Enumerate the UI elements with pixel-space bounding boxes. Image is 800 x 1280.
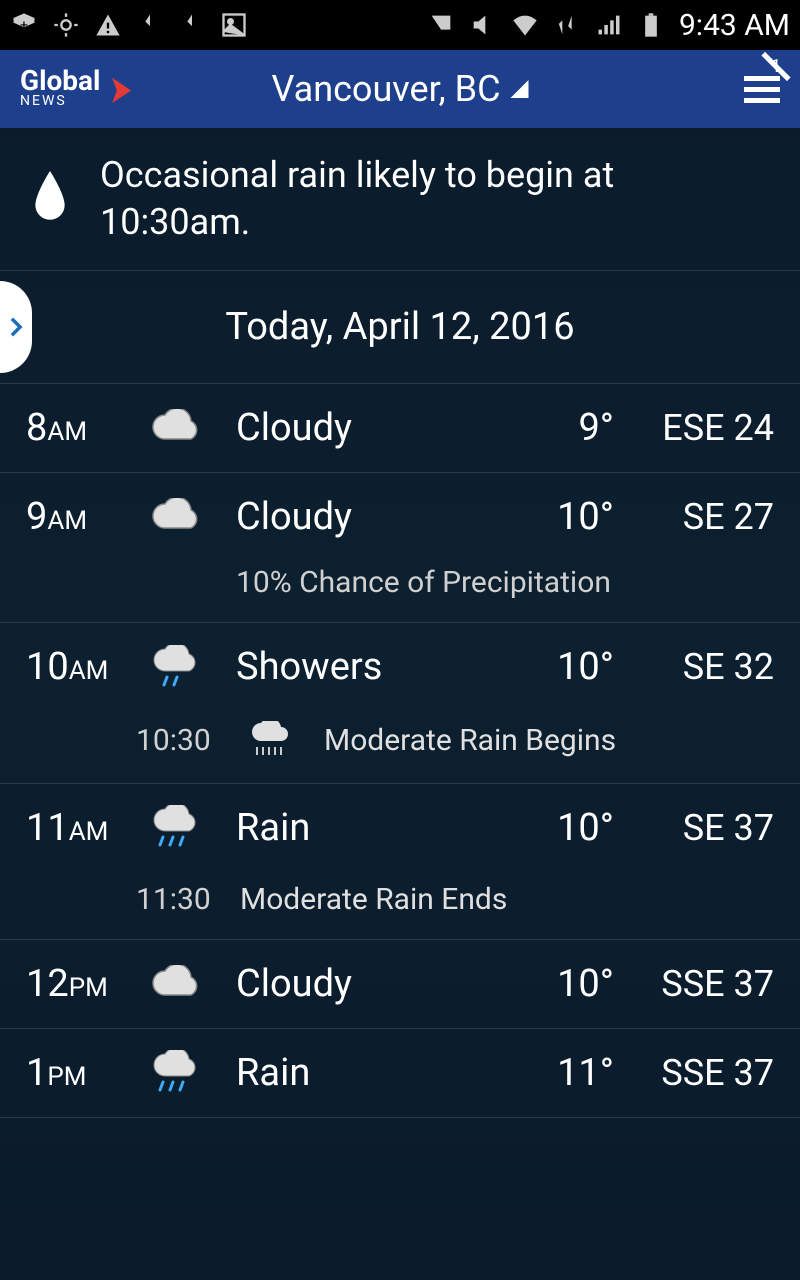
location-selector[interactable]: Vancouver, BC xyxy=(271,68,528,110)
condition-label: Cloudy xyxy=(236,406,504,450)
event-label: Moderate Rain Begins xyxy=(324,723,616,758)
wind: SSE 37 xyxy=(614,1052,774,1094)
alert-text: Occasional rain likely to begin at 10:30… xyxy=(100,152,770,246)
warning-icon xyxy=(94,11,122,39)
condition-label: Rain xyxy=(236,1051,504,1095)
hour-time: 9AM xyxy=(26,495,146,539)
wind: SE 27 xyxy=(614,496,774,538)
battery-icon xyxy=(637,11,665,39)
condition-label: Cloudy xyxy=(236,495,504,539)
event-icon xyxy=(240,721,300,761)
mute-icon xyxy=(469,11,497,39)
temperature: 10° xyxy=(504,645,614,689)
image-icon xyxy=(220,11,248,39)
download-icon xyxy=(136,11,164,39)
hour-row[interactable]: 12PM Cloudy 10° SSE 37 xyxy=(0,940,800,1029)
brand-arrow-icon: ➤ xyxy=(109,66,132,113)
hourly-list: 8AM Cloudy 9° ESE 24 9AM Cloudy 10° SE 2… xyxy=(0,384,800,1118)
weather-icon xyxy=(146,497,206,537)
location-icon xyxy=(52,11,80,39)
date-label: Today, April 12, 2016 xyxy=(225,305,574,349)
temperature: 11° xyxy=(504,1051,614,1095)
hour-row[interactable]: 11AM Rain 10° SE 37 11:30 Moderate Rain … xyxy=(0,784,800,940)
weather-icon xyxy=(146,808,206,848)
hour-time: 10AM xyxy=(26,645,146,689)
weather-alert[interactable]: Occasional rain likely to begin at 10:30… xyxy=(0,128,800,271)
hour-time: 12PM xyxy=(26,962,146,1006)
app-header: Global NEWS ➤ Vancouver, BC 1 xyxy=(0,50,800,128)
status-icon: + xyxy=(10,11,38,39)
condition-label: Rain xyxy=(236,806,504,850)
hour-row[interactable]: 8AM Cloudy 9° ESE 24 xyxy=(0,384,800,473)
hour-row[interactable]: 9AM Cloudy 10° SE 27 10% Chance of Preci… xyxy=(0,473,800,623)
hour-time: 11AM xyxy=(26,806,146,850)
signal-icon xyxy=(595,11,623,39)
brand-top: Global xyxy=(20,69,100,93)
hour-time: 8AM xyxy=(26,406,146,450)
precip-chance: 10% Chance of Precipitation xyxy=(236,565,774,600)
wind: SSE 37 xyxy=(614,963,774,1005)
condition-label: Cloudy xyxy=(236,962,504,1006)
date-header: Today, April 12, 2016 xyxy=(0,271,800,384)
data-icon xyxy=(553,11,581,39)
menu-button[interactable]: 1 xyxy=(744,76,780,103)
temperature: 10° xyxy=(504,806,614,850)
event-time: 11:30 xyxy=(136,882,216,917)
hour-time: 1PM xyxy=(26,1051,146,1095)
weather-event: 10:30 Moderate Rain Begins xyxy=(136,721,774,761)
weather-icon xyxy=(146,964,206,1004)
event-label: Moderate Rain Ends xyxy=(240,882,507,917)
svg-text:+: + xyxy=(20,18,28,34)
temperature: 10° xyxy=(504,962,614,1006)
event-time: 10:30 xyxy=(136,723,216,758)
temperature: 9° xyxy=(504,406,614,450)
weather-event: 11:30 Moderate Rain Ends xyxy=(136,882,774,917)
hour-row[interactable]: 1PM Rain 11° SSE 37 xyxy=(0,1029,800,1118)
brand-logo[interactable]: Global NEWS ➤ xyxy=(20,66,138,113)
dropdown-icon xyxy=(511,80,529,98)
weather-icon xyxy=(146,408,206,448)
cast-icon xyxy=(427,11,455,39)
hour-row[interactable]: 10AM Showers 10° SE 32 10:30 Moderate Ra… xyxy=(0,623,800,784)
wind: SE 37 xyxy=(614,807,774,849)
wifi-icon xyxy=(511,11,539,39)
status-time: 9:43 AM xyxy=(679,8,790,43)
wind: SE 32 xyxy=(614,646,774,688)
android-status-bar: + 9:43 AM xyxy=(0,0,800,50)
download-icon xyxy=(178,11,206,39)
side-drawer-handle[interactable] xyxy=(0,281,32,373)
raindrop-icon xyxy=(30,171,70,227)
condition-label: Showers xyxy=(236,645,504,689)
weather-icon xyxy=(146,1053,206,1093)
weather-icon xyxy=(146,647,206,687)
wind: ESE 24 xyxy=(614,407,774,449)
location-label: Vancouver, BC xyxy=(271,68,500,110)
temperature: 10° xyxy=(504,495,614,539)
